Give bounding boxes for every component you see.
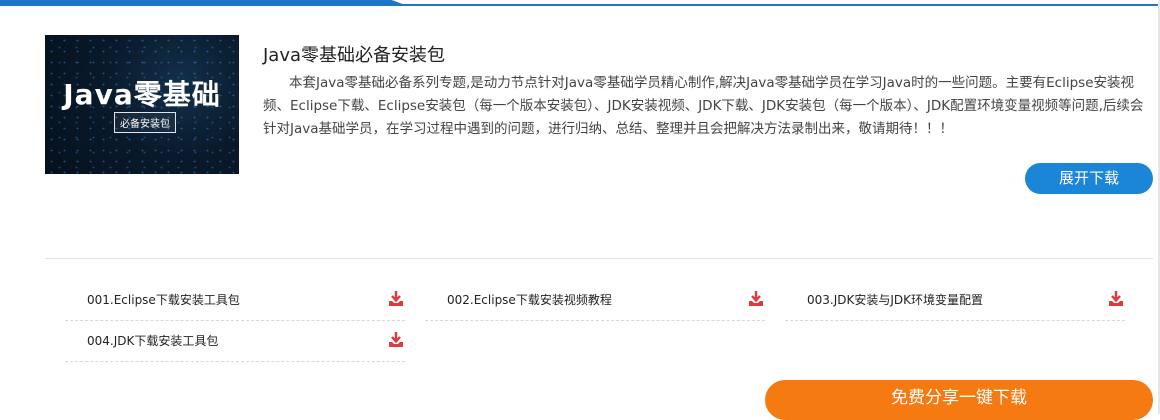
thumbnail-title: Java零基础 <box>63 78 221 111</box>
download-icon[interactable] <box>387 290 405 308</box>
download-icon[interactable] <box>1107 290 1125 308</box>
active-tab-edge <box>0 0 408 6</box>
resource-item[interactable]: 004.JDK下载安装工具包 <box>65 321 405 362</box>
thumbnail-badge: 必备安装包 <box>114 112 176 133</box>
expand-download-button[interactable]: 展开下载 <box>1025 163 1153 194</box>
course-title: Java零基础必备安装包 <box>263 45 446 66</box>
download-icon[interactable] <box>387 331 405 349</box>
course-thumbnail[interactable]: Java零基础 必备安装包 <box>45 35 239 174</box>
section-divider <box>45 258 1153 259</box>
resource-label: 001.Eclipse下载安装工具包 <box>87 293 240 307</box>
resource-item[interactable]: 003.JDK安装与JDK环境变量配置 <box>785 280 1125 321</box>
resource-item[interactable]: 001.Eclipse下载安装工具包 <box>65 280 405 321</box>
resource-label: 003.JDK安装与JDK环境变量配置 <box>807 293 984 307</box>
free-share-download-button[interactable]: 免费分享一键下载 <box>765 380 1153 420</box>
resource-label: 002.Eclipse下载安装视频教程 <box>447 293 612 307</box>
top-tab-strip <box>0 0 1160 6</box>
resource-label: 004.JDK下载安装工具包 <box>87 334 219 348</box>
course-description: 本套Java零基础必备系列专题,是动力节点针对Java零基础学员精心制作,解决J… <box>263 75 1144 137</box>
download-icon[interactable] <box>747 290 765 308</box>
resource-item[interactable]: 002.Eclipse下载安装视频教程 <box>425 280 765 321</box>
